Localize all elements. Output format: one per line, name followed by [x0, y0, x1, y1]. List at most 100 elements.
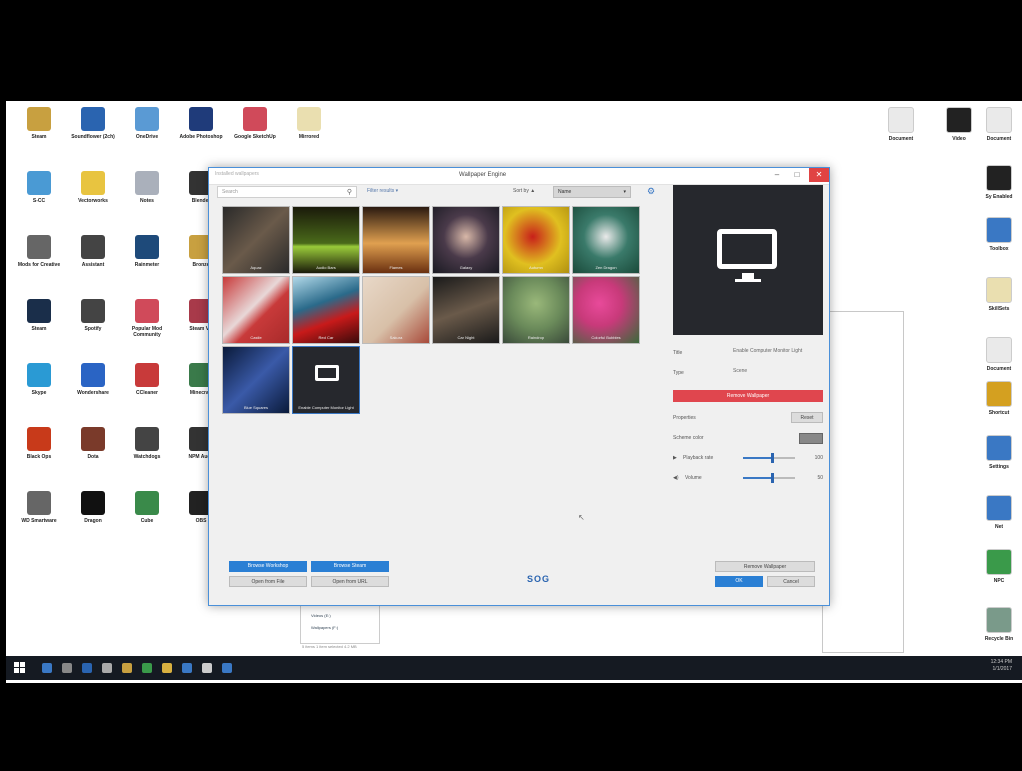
taskbar-app-icon[interactable]	[202, 663, 212, 673]
taskbar-app-icon[interactable]	[162, 663, 172, 673]
desktop-icon[interactable]: NPC	[972, 549, 1022, 584]
desktop-icon[interactable]: Document	[972, 107, 1022, 142]
background-explorer-window[interactable]	[822, 311, 904, 653]
desktop-icon[interactable]: Dota	[66, 427, 120, 460]
desktop-icon[interactable]: Recycle Bin	[972, 607, 1022, 642]
desktop-icon[interactable]: Mirrored	[282, 107, 336, 140]
desktop-icon[interactable]: Cube	[120, 491, 174, 524]
wallpaper-tile[interactable]: Car Night	[432, 276, 500, 344]
volume-slider[interactable]	[743, 473, 795, 483]
desktop-icon[interactable]: Soundflower (2ch)	[66, 107, 120, 140]
desktop-icon[interactable]: Black Ops	[12, 427, 66, 460]
remove-wallpaper-button[interactable]: Remove Wallpaper	[673, 390, 823, 402]
taskbar-app-icon[interactable]	[182, 663, 192, 673]
drive-item[interactable]: Wallpapers (F:)	[311, 625, 338, 630]
desktop-icon[interactable]: Spotify	[66, 299, 120, 332]
desktop-icon[interactable]: Skype	[12, 363, 66, 396]
browse-workshop-button[interactable]: Browse Workshop	[229, 561, 307, 572]
app-icon	[986, 107, 1012, 133]
sort-direction-icon[interactable]: ▲	[530, 188, 535, 194]
desktop-icon[interactable]: Adobe Photoshop	[174, 107, 228, 140]
wallpaper-tile[interactable]: Red Car	[292, 276, 360, 344]
cancel-button[interactable]: Cancel	[767, 576, 815, 587]
wallpaper-tile[interactable]: Castle	[222, 276, 290, 344]
close-icon[interactable]: ✕	[809, 168, 829, 182]
desktop-icon[interactable]: Sy Enabled	[972, 165, 1022, 200]
desktop-icon[interactable]: Google SketchUp	[228, 107, 282, 140]
reset-button[interactable]: Reset	[791, 412, 823, 423]
wallpaper-tile[interactable]: Zen Dragon	[572, 206, 640, 274]
open-from-file-button[interactable]: Open from File	[229, 576, 307, 587]
desktop-icon-label: Black Ops	[26, 454, 52, 460]
wallpaper-tile[interactable]: Blue Squares	[222, 346, 290, 414]
wallpaper-tile[interactable]: Raindrop	[502, 276, 570, 344]
filter-results-link[interactable]: Filter results ▾	[367, 188, 398, 194]
social-links[interactable]: SOG	[527, 574, 550, 584]
desktop-icon[interactable]: Dragon	[66, 491, 120, 524]
taskbar-app-icon[interactable]	[62, 663, 72, 673]
desktop-icon-label: Rainmeter	[134, 262, 160, 268]
slider-handle[interactable]	[770, 453, 774, 463]
desktop-icon[interactable]: Assistant	[66, 235, 120, 268]
drive-item[interactable]: Videos (E:)	[311, 613, 331, 618]
remove-wallpaper-footer-button[interactable]: Remove Wallpaper	[715, 561, 815, 572]
sort-select[interactable]: Name ▾	[553, 186, 631, 198]
maximize-icon[interactable]: □	[787, 168, 807, 182]
taskbar-app-icon[interactable]	[42, 663, 52, 673]
desktop-icon[interactable]: S-CC	[12, 171, 66, 204]
wallpaper-tile[interactable]: Sakura	[362, 276, 430, 344]
desktop-icon[interactable]: Shortcut	[972, 381, 1022, 416]
app-icon	[81, 427, 105, 451]
desktop-icon[interactable]: Rainmeter	[120, 235, 174, 268]
desktop-icon[interactable]: OneDrive	[120, 107, 174, 140]
desktop-icon[interactable]: Document	[972, 337, 1022, 372]
ok-button[interactable]: OK	[715, 576, 763, 587]
color-swatch[interactable]	[799, 433, 823, 444]
open-from-url-button[interactable]: Open from URL	[311, 576, 389, 587]
desktop-icon[interactable]: Wondershare	[66, 363, 120, 396]
desktop-icon[interactable]: Notes	[120, 171, 174, 204]
wallpaper-tile[interactable]: Colorful Bubbles	[572, 276, 640, 344]
desktop-icon[interactable]: Mods for Creative	[12, 235, 66, 268]
wallpaper-tile[interactable]: Aquaz	[222, 206, 290, 274]
browse-steam-button[interactable]: Browse Steam	[311, 561, 389, 572]
search-icon[interactable]: ⚲	[347, 187, 352, 198]
desktop-icon[interactable]: Document	[874, 107, 928, 142]
desktop-icon-label: Assistant	[81, 262, 105, 268]
desktop-icon[interactable]: Settings	[972, 435, 1022, 470]
app-icon	[986, 435, 1012, 461]
app-icon	[81, 363, 105, 387]
system-tray-clock[interactable]: 12:34 PM 1/1/2017	[991, 659, 1012, 673]
wallpaper-tile-label: Audio Bars	[316, 265, 336, 270]
desktop-icon[interactable]: WD Smartware	[12, 491, 66, 524]
taskbar-app-icon[interactable]	[122, 663, 132, 673]
wallpaper-tile[interactable]: Flames	[362, 206, 430, 274]
desktop-icon[interactable]: Steam	[12, 299, 66, 332]
desktop-icon[interactable]: Vectorworks	[66, 171, 120, 204]
wallpaper-tile[interactable]: Audio Bars	[292, 206, 360, 274]
desktop-icon[interactable]: Popular Mod Community	[120, 299, 174, 338]
windows-start-icon[interactable]	[14, 662, 26, 674]
wallpaper-tile[interactable]: Galaxy	[432, 206, 500, 274]
desktop-icon[interactable]: Net	[972, 495, 1022, 530]
wallpaper-tile[interactable]: Autumn	[502, 206, 570, 274]
properties-key: Properties	[673, 415, 696, 421]
sort-label: Sort by ▲	[513, 188, 535, 194]
wallpaper-tile[interactable]: Enable Computer Monitor Light	[292, 346, 360, 414]
settings-gear-icon[interactable]: ⚙	[647, 186, 655, 197]
desktop-icon[interactable]: Toolbox	[972, 217, 1022, 252]
slider-handle[interactable]	[770, 473, 774, 483]
wallpaper-tile-label: Zen Dragon	[595, 265, 617, 270]
taskbar-app-icon[interactable]	[222, 663, 232, 673]
desktop-icon[interactable]: CCleaner	[120, 363, 174, 396]
desktop-icon[interactable]: SkillSets	[972, 277, 1022, 312]
search-input[interactable]: Search ⚲	[217, 186, 357, 198]
playback-rate-slider[interactable]	[743, 453, 795, 463]
minimize-icon[interactable]: –	[767, 168, 787, 182]
taskbar-app-icon[interactable]	[142, 663, 152, 673]
desktop-icon[interactable]: Watchdogs	[120, 427, 174, 460]
desktop-icon[interactable]: Steam	[12, 107, 66, 140]
desktop-icon-label: Watchdogs	[133, 454, 161, 460]
taskbar-app-icon[interactable]	[102, 663, 112, 673]
taskbar-app-icon[interactable]	[82, 663, 92, 673]
